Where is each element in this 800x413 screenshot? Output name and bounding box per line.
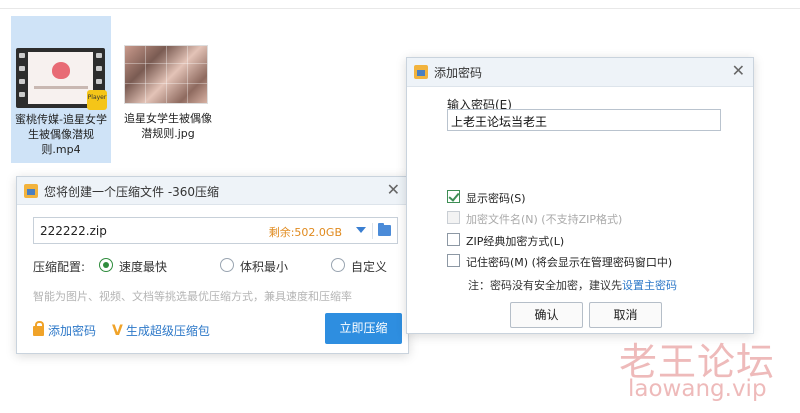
v-icon: V: [112, 323, 123, 339]
chevron-down-icon[interactable]: [356, 227, 366, 233]
close-icon[interactable]: ✕: [387, 180, 400, 199]
file-item-video[interactable]: Player 蜜桃传媒-追星女学生被偶像潜规则.mp4: [11, 16, 111, 163]
config-label: 压缩配置:: [33, 260, 86, 274]
checkbox-checked-icon: [447, 190, 460, 203]
compress-dialog-title: 您将创建一个压缩文件 -360压缩: [44, 185, 220, 199]
top-divider: [0, 8, 800, 9]
password-dialog-title: 添加密码: [434, 66, 483, 80]
folder-icon[interactable]: [378, 223, 391, 236]
archive-app-icon: [24, 184, 38, 198]
free-space-label: 剩余:502.0GB: [268, 226, 342, 239]
checkbox-disabled-icon: [447, 211, 460, 224]
file-name: 蜜桃传媒-追星女学生被偶像潜规则.mp4: [15, 113, 107, 156]
image-thumbnail: [124, 45, 208, 104]
password-input[interactable]: 上老王论坛当老王: [447, 109, 721, 131]
player-badge-icon: Player: [87, 90, 107, 110]
checkbox-empty-icon: [447, 254, 460, 267]
peach-logo-icon: [52, 62, 70, 79]
desktop-page: Player 蜜桃传媒-追星女学生被偶像潜规则.mp4 追星女学生被偶像潜规则.…: [0, 0, 800, 413]
compress-now-button[interactable]: 立即压缩: [325, 313, 402, 344]
compress-dialog: 您将创建一个压缩文件 -360压缩 ✕ 222222.zip 剩余:502.0G…: [16, 176, 409, 354]
compress-config-row: 压缩配置: 速度最快 体积最小 自定义: [33, 258, 388, 274]
compress-dialog-titlebar: 您将创建一个压缩文件 -360压缩 ✕: [17, 177, 408, 205]
checkbox-empty-icon: [447, 233, 460, 246]
radio-selected-icon: [99, 258, 113, 272]
archive-app-icon: [414, 65, 428, 79]
radio-empty-icon: [220, 258, 234, 272]
archive-path-field[interactable]: 222222.zip 剩余:502.0GB: [33, 217, 398, 244]
password-dialog-titlebar: 添加密码 ✕: [407, 58, 753, 87]
close-icon[interactable]: ✕: [732, 61, 745, 80]
watermark-url: laowang.vip: [628, 376, 767, 402]
add-password-link[interactable]: 添加密码: [33, 321, 96, 339]
set-master-password-link[interactable]: 设置主密码: [622, 279, 677, 292]
archive-filename[interactable]: 222222.zip: [40, 224, 107, 238]
super-package-link[interactable]: V 生成超级压缩包: [112, 322, 210, 339]
security-note: 注：密码没有安全加密，建议先设置主密码: [468, 279, 677, 292]
add-password-dialog: 添加密码 ✕ 输入密码(E) 上老王论坛当老王 显示密码(S) 加密文件名(N)…: [406, 57, 754, 334]
file-name: 追星女学生被偶像潜规则.jpg: [124, 112, 212, 140]
ok-button[interactable]: 确认: [510, 302, 583, 328]
radio-empty-icon: [331, 258, 345, 272]
file-item-image[interactable]: 追星女学生被偶像潜规则.jpg: [118, 42, 214, 150]
cancel-button[interactable]: 取消: [589, 302, 662, 328]
lock-icon: [33, 321, 44, 336]
compress-hint: 智能为图片、视频、文档等挑选最优压缩方式，兼具速度和压缩率: [33, 290, 352, 303]
divider: [372, 223, 373, 239]
